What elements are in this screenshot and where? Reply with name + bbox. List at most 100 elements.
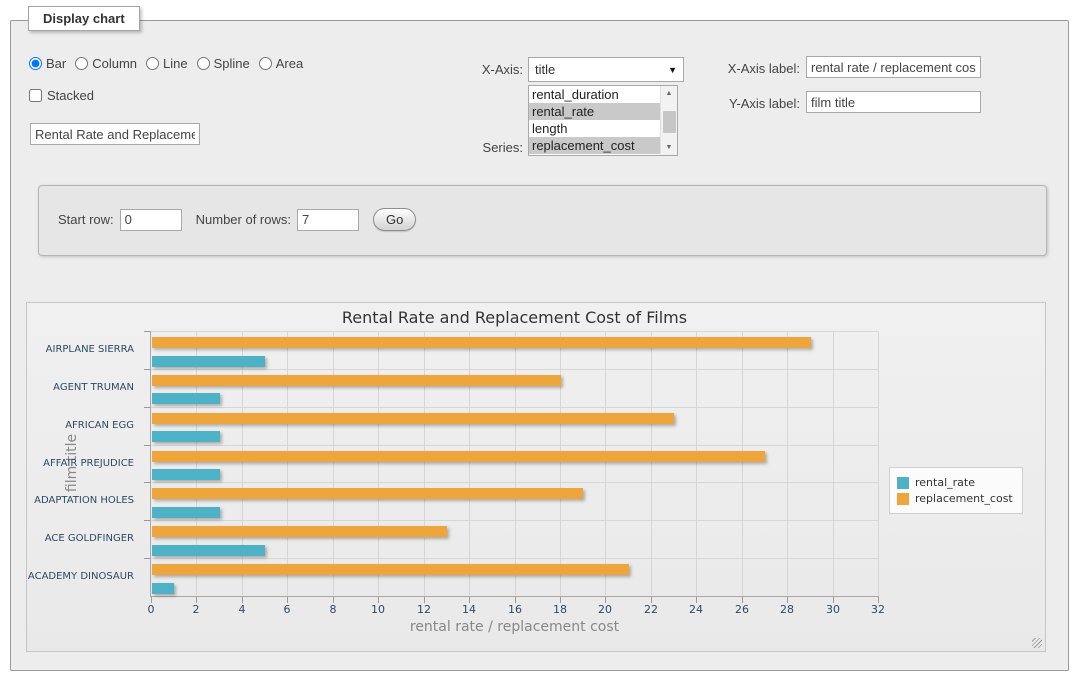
series-option-rental_rate[interactable]: rental_rate — [529, 103, 660, 120]
chart-container: Rental Rate and Replacement Cost of Film… — [26, 302, 1046, 652]
grid-line — [469, 331, 470, 596]
fieldset-legend: Display chart — [28, 6, 140, 31]
value-tick-label: 14 — [449, 603, 489, 616]
value-tick-label: 32 — [858, 603, 898, 616]
grid-line — [196, 331, 197, 596]
category-label: ADAPTATION HOLES — [27, 495, 142, 506]
chart-title-input[interactable] — [30, 123, 200, 145]
scrollbar-track[interactable] — [661, 101, 677, 140]
scroll-up-icon[interactable]: ▲ — [661, 86, 677, 101]
grid-line — [151, 520, 878, 521]
grid-line — [333, 331, 334, 596]
bar-replacement_cost[interactable] — [152, 451, 765, 462]
chart-title: Rental Rate and Replacement Cost of Film… — [151, 308, 878, 327]
stacked-label: Stacked — [47, 88, 94, 103]
listbox-scrollbar[interactable]: ▲ ▼ — [660, 86, 677, 155]
series-option-length[interactable]: length — [529, 120, 660, 137]
start-row-label: Start row: — [58, 212, 114, 227]
x-axis-label-input[interactable] — [806, 56, 981, 78]
value-tick-label: 12 — [404, 603, 444, 616]
series-option-rental_duration[interactable]: rental_duration — [529, 86, 660, 103]
chart-type-option-area[interactable]: Area — [259, 56, 303, 71]
chart-type-option-bar[interactable]: Bar — [29, 56, 66, 71]
bar-rental_rate[interactable] — [152, 431, 220, 442]
bar-replacement_cost[interactable] — [152, 375, 561, 386]
axis-tick — [144, 331, 150, 332]
value-tick-label: 0 — [131, 603, 171, 616]
bar-rental_rate[interactable] — [152, 469, 220, 480]
chart-type-label: Line — [163, 56, 188, 71]
bar-rental_rate[interactable] — [152, 507, 220, 518]
series-listbox[interactable]: rental_durationrental_ratelengthreplacem… — [528, 85, 678, 156]
row-range-controls: Start row: Number of rows: Go — [58, 208, 416, 231]
go-button[interactable]: Go — [373, 208, 416, 231]
start-row-input[interactable] — [120, 209, 182, 231]
chart-type-radio-group: Bar Column Line Spline Area — [29, 56, 312, 71]
value-tick-label: 8 — [313, 603, 353, 616]
number-of-rows-label: Number of rows: — [196, 212, 291, 227]
grid-line — [605, 331, 606, 596]
bar-replacement_cost[interactable] — [152, 564, 629, 575]
category-label: AIRPLANE SIERRA — [27, 344, 142, 355]
stacked-checkbox[interactable] — [29, 89, 42, 102]
bar-rental_rate[interactable] — [152, 583, 174, 594]
number-of-rows-input[interactable] — [297, 209, 359, 231]
legend-label: replacement_cost — [915, 492, 1013, 505]
legend-swatch-icon — [897, 493, 909, 505]
resize-handle-icon[interactable] — [1032, 638, 1042, 648]
bar-rental_rate[interactable] — [152, 393, 220, 404]
stacked-checkbox-row[interactable]: Stacked — [29, 88, 94, 103]
x-axis-select[interactable]: title ▼ — [528, 57, 684, 82]
legend-item-rental_rate[interactable]: rental_rate — [897, 476, 1013, 489]
chart-type-label: Column — [92, 56, 137, 71]
chart-type-option-column[interactable]: Column — [75, 56, 137, 71]
grid-line — [424, 331, 425, 596]
bar-replacement_cost[interactable] — [152, 526, 447, 537]
grid-line — [151, 482, 878, 483]
axis-tick — [144, 482, 150, 483]
bar-replacement_cost[interactable] — [152, 413, 674, 424]
value-tick-label: 16 — [495, 603, 535, 616]
row-range-box: Start row: Number of rows: Go — [38, 185, 1047, 256]
grid-line — [151, 445, 878, 446]
value-tick-label: 30 — [813, 603, 853, 616]
bar-rental_rate[interactable] — [152, 356, 265, 367]
scrollbar-thumb[interactable] — [663, 111, 676, 133]
bar-replacement_cost[interactable] — [152, 488, 583, 499]
chevron-down-icon: ▼ — [668, 65, 677, 75]
grid-line — [151, 331, 878, 332]
chart-type-radio-bar[interactable] — [29, 57, 42, 70]
category-label: AGENT TRUMAN — [27, 382, 142, 393]
chart-type-radio-column[interactable] — [75, 57, 88, 70]
chart-type-radio-line[interactable] — [146, 57, 159, 70]
series-label: Series: — [440, 140, 523, 155]
chart-type-option-spline[interactable]: Spline — [197, 56, 250, 71]
plot-area — [151, 331, 878, 596]
series-option-replacement_cost[interactable]: replacement_cost — [529, 137, 660, 154]
chart-legend: rental_rate replacement_cost — [889, 467, 1023, 514]
value-tick-label: 20 — [585, 603, 625, 616]
category-label: AFFAIR PREJUDICE — [27, 458, 142, 469]
x-axis-label-caption: X-Axis label: — [700, 61, 800, 76]
axis-tick — [144, 445, 150, 446]
grid-line — [242, 331, 243, 596]
axis-tick — [144, 520, 150, 521]
grid-line — [151, 558, 878, 559]
legend-item-replacement_cost[interactable]: replacement_cost — [897, 492, 1013, 505]
bar-rental_rate[interactable] — [152, 545, 265, 556]
chart-type-radio-spline[interactable] — [197, 57, 210, 70]
axis-tick — [144, 369, 150, 370]
bar-replacement_cost[interactable] — [152, 337, 811, 348]
value-tick-label: 24 — [676, 603, 716, 616]
value-axis-title: rental rate / replacement cost — [151, 619, 878, 635]
display-chart-page: Display chart Bar Column Line Spline Area St… — [0, 0, 1081, 681]
chart-type-radio-area[interactable] — [259, 57, 272, 70]
y-axis-label-input[interactable] — [806, 91, 981, 113]
grid-line — [787, 331, 788, 596]
y-axis-label-caption: Y-Axis label: — [700, 96, 800, 111]
chart-type-option-line[interactable]: Line — [146, 56, 188, 71]
grid-line — [560, 331, 561, 596]
scroll-down-icon[interactable]: ▼ — [661, 140, 677, 155]
grid-line — [742, 331, 743, 596]
x-axis-selected-value: title — [535, 62, 668, 77]
